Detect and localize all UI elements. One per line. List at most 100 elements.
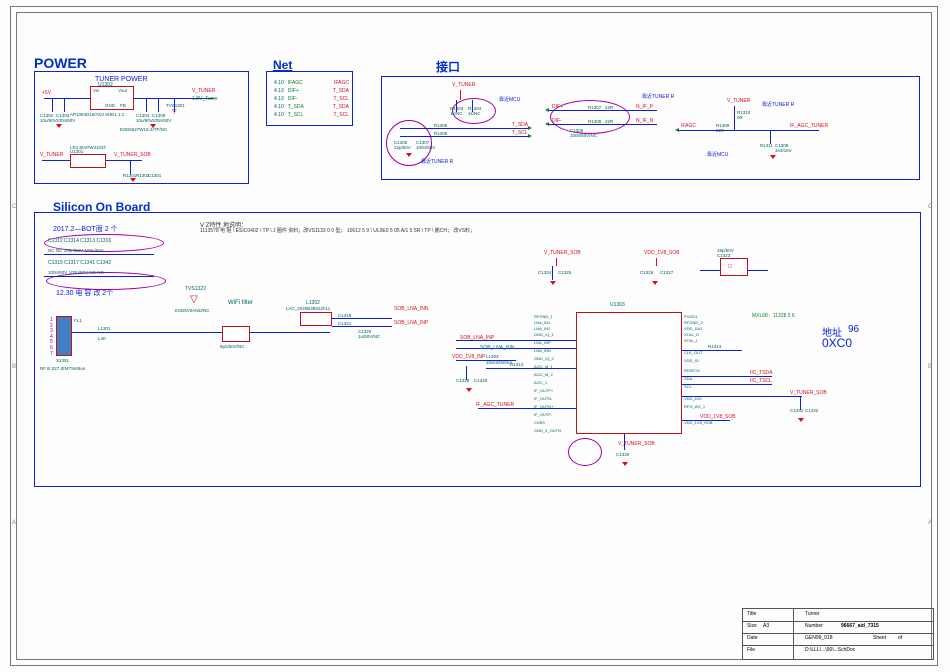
wire [682,350,742,351]
gnd-icon [406,153,412,157]
r1304v: 1k/NC [468,111,481,116]
tb-date-lbl: Date [747,635,758,641]
crystal-icon: ◻ [728,263,732,269]
schematic-sheet: C B A C B A POWER Net 接口 Silicon On Boar… [0,0,950,672]
c1302v: 10u/50V [40,118,57,123]
note-long2: 1113578 电 阻 \ ESIC0402 \ TP \ J 圈件 资料；改V… [200,228,740,234]
wire [44,98,90,99]
tuner-label1: 靠近TUNER R [421,159,453,165]
tb-date-val: GEN99_018 [805,635,833,641]
gnd-icon [622,462,628,466]
tb-file-lbl: File [747,647,755,653]
u1303ref: U1303 [610,302,625,308]
rail-val: 1.8V_Tuner [192,96,218,102]
tb-num-lbl: Number [805,623,823,629]
pin-vout: Vout [118,88,127,93]
c1327r: C1327 [660,270,673,275]
tvs-pn: ESD5627W15-2/TP/NC [120,127,167,132]
wire [72,332,112,333]
ifagc: IFAGC [681,123,696,129]
nifp: N_IF_P [636,104,653,110]
r1311: R1311 [760,143,773,148]
wire [250,332,330,333]
tsda-if: T_SDA [512,122,528,128]
wire [400,136,530,137]
c1326r: C1326 [640,270,653,275]
pin-fb: FB [120,103,126,108]
main-ic [576,312,682,434]
note-1: 2017.2—BOT面 2 个 [53,224,118,234]
pin: PVDD1 [684,314,697,319]
r1308: R1308 [588,119,601,124]
wire [682,384,772,385]
addr-pn: MXL68：11328 5 6 [752,312,795,319]
c1304v: 10u/50V [136,118,153,123]
pin: AGC_M_2 [534,372,553,377]
cap-row-2: C1315 C1317 C1341 C1342 [48,260,111,266]
pin: XTAL_I [684,338,697,343]
tick-a: A [12,520,16,526]
bubble-4 [568,438,602,466]
u1302-pn: AP1084D18/ADJ 8HD1.1:1 [70,112,124,117]
tb-title-val: Turner [805,611,820,617]
l1301v: L40 [98,336,106,341]
vtuner-left: V_TUNER [40,152,63,158]
wire [552,266,553,280]
wire [44,276,154,277]
arrow-icon [545,122,549,126]
vtuner-sob-up: V_TUNER_SOB [544,250,581,256]
r1314: R1314 [510,362,523,367]
pin: CVBS [534,420,545,425]
wire [332,318,392,319]
u1301 [70,154,106,168]
vtuner-sob-right: V_TUNER_SOB [790,390,827,396]
sob-box [34,212,921,487]
tick-br: B [928,364,932,370]
r1306: R1306 [434,131,447,136]
gnd-icon [770,155,776,159]
pin: RESET# [684,368,700,373]
c1303v: 100n/50V [56,118,75,123]
pin-vin: Vin [93,88,99,93]
wire [478,408,576,409]
wire [682,396,802,397]
vtuner-sob: V_TUNER_SOB [114,152,151,158]
wire [486,368,576,369]
iic-tsda: IIC_TSDA [750,370,773,376]
u1301pn: LR1.8/APW3103T [70,145,106,150]
wire [759,130,819,131]
sob-lna-inp: SOB_LNA_INP [460,335,494,341]
wifi-filter-label: WiFi filter [228,300,253,306]
c1329r: C1329 [474,378,487,383]
vdd-1v8-sob: VDD_1V8_SOB [644,250,680,256]
pin: RFGND_2 [684,320,703,325]
wire [549,124,657,125]
wire [158,98,159,112]
wire [456,348,576,349]
c1301: C1301 [148,173,161,178]
vtuner-r: V_TUNER [727,98,750,104]
difp: DIF+ [552,104,563,110]
wire [682,420,730,421]
pin: RFG_W2_1 [684,404,705,409]
rail-vtuner: V_TUNER [192,88,215,94]
pin: XTAL_O [684,332,699,337]
wire [700,270,720,271]
wire [332,326,392,327]
gnd-icon [56,124,62,128]
wire [112,332,222,333]
tvs1301: TVS1301 [166,103,185,108]
tick-cr: C [928,204,932,210]
wire [734,106,735,130]
net-table: 4.10IFAGCIFAGC 4.13DIF+T_SDA 4.13DIF-T_S… [274,80,349,118]
c1330r: C1330 [616,452,629,457]
c1325r: C1325 [558,270,571,275]
arrow-icon [528,126,532,130]
wire [64,98,65,112]
pin: IF_OUTP- [534,412,552,417]
addr-val: 0XC0 [822,336,852,350]
agc-tuner: IF_AGC_TUNER [790,123,828,129]
nifn: N_IF_N [636,118,653,124]
tuner-label2: 靠近TUNER R [642,94,674,100]
c1318: C1318 [338,313,351,318]
